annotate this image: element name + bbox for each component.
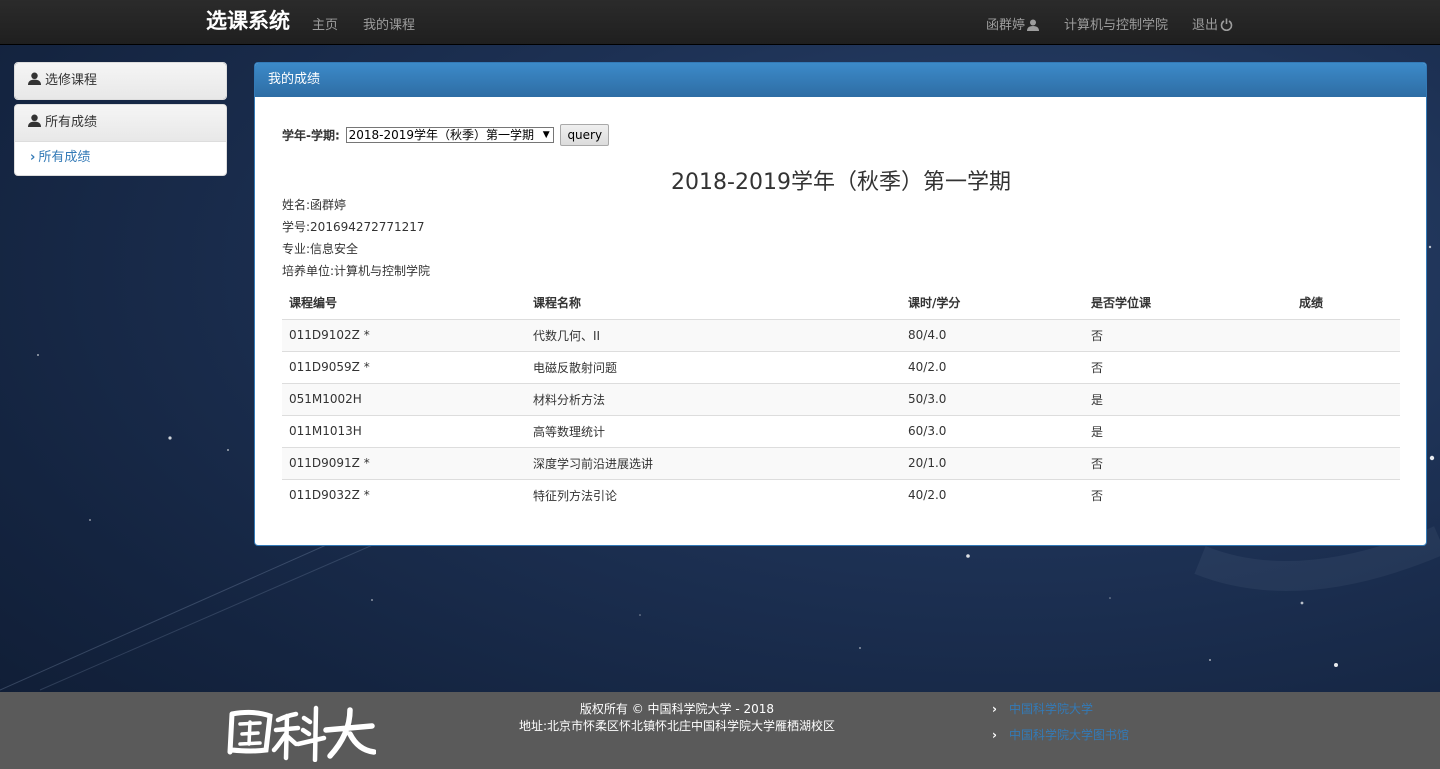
nav-school[interactable]: 计算机与控制学院 bbox=[1064, 14, 1168, 33]
dropdown-arrow-icon: ▼ bbox=[542, 130, 550, 140]
table-row: 011D9059Z * 电磁反散射问题 40/2.0 否 bbox=[282, 350, 1400, 383]
footer: 版权所有 © 中国科学院大学 - 2018 地址:北京市怀柔区怀北镇怀北庄中国科… bbox=[0, 692, 1440, 769]
term-select-value: 2018-2019学年（秋季）第一学期 bbox=[348, 128, 535, 142]
header-degree-course: 是否学位课 bbox=[1084, 287, 1292, 320]
footer-link-label: 中国科学院大学图书馆 bbox=[1008, 728, 1129, 742]
cell-hours-credits: 40/2.0 bbox=[901, 350, 1084, 383]
sidebar-item-label: 所有成绩 bbox=[45, 115, 98, 130]
nav-my-courses[interactable]: 我的课程 bbox=[363, 14, 415, 33]
footer-copyright: 版权所有 © 中国科学院大学 - 2018 地址:北京市怀柔区怀北镇怀北庄中国科… bbox=[480, 701, 874, 735]
cell-hours-credits: 40/2.0 bbox=[901, 478, 1084, 511]
header-course-code: 课程编号 bbox=[282, 287, 526, 320]
cell-course-code: 011D9032Z * bbox=[282, 478, 526, 511]
cell-grade bbox=[1292, 478, 1400, 511]
user-icon bbox=[28, 114, 41, 127]
ucas-logo bbox=[227, 705, 376, 762]
cell-course-code: 011D9102Z * bbox=[282, 318, 526, 351]
cell-degree-course: 否 bbox=[1084, 318, 1292, 351]
power-icon bbox=[1220, 18, 1233, 32]
cell-grade bbox=[1292, 318, 1400, 351]
table-row: 011D9032Z * 特征列方法引论 40/2.0 否 bbox=[282, 478, 1400, 511]
header-hours-credits: 课时/学分 bbox=[901, 287, 1084, 320]
sidebar-item-elective[interactable]: 选修课程 bbox=[15, 63, 226, 99]
sidebar-item-label: 选修课程 bbox=[45, 73, 98, 88]
sidebar-link-all-grades[interactable]: › 所有成绩 bbox=[30, 150, 90, 165]
table-row: 011D9102Z * 代数几何、II 80/4.0 否 bbox=[282, 318, 1400, 351]
top-navbar: 选课系统 主页 我的课程 函群婷 计算机与控制学院 退出 bbox=[0, 0, 1440, 45]
cell-course-code: 011D9091Z * bbox=[282, 446, 526, 479]
term-filter-label: 学年-学期: bbox=[282, 128, 340, 143]
sidebar-link-label: 所有成绩 bbox=[38, 150, 91, 165]
nav-user[interactable]: 函群婷 bbox=[986, 14, 1040, 33]
cell-hours-credits: 80/4.0 bbox=[901, 318, 1084, 351]
sidebar-subitems: › 所有成绩 bbox=[15, 141, 226, 175]
brand-title[interactable]: 选课系统 bbox=[206, 5, 290, 35]
cell-course-code: 051M1002H bbox=[282, 382, 526, 415]
table-header-row: 课程编号 课程名称 课时/学分 是否学位课 成绩 bbox=[282, 287, 1400, 320]
header-course-name: 课程名称 bbox=[526, 287, 901, 320]
cell-degree-course: 否 bbox=[1084, 350, 1292, 383]
chevron-right-icon: › bbox=[992, 702, 997, 716]
grades-panel: 我的成绩 学年-学期: 2018-2019学年（秋季）第一学期 ▼ query 2… bbox=[254, 62, 1427, 546]
cell-course-name: 代数几何、II bbox=[526, 318, 901, 351]
panel-title: 我的成绩 bbox=[255, 63, 1426, 97]
sidebar-panel-grades: 所有成绩 › 所有成绩 bbox=[14, 104, 227, 176]
cell-degree-course: 是 bbox=[1084, 414, 1292, 447]
address-text: 地址:北京市怀柔区怀北镇怀北庄中国科学院大学雁栖湖校区 bbox=[518, 719, 836, 733]
table-row: 051M1002H 材料分析方法 50/3.0 是 bbox=[282, 382, 1400, 415]
user-icon bbox=[1027, 19, 1040, 31]
cell-course-code: 011D9059Z * bbox=[282, 350, 526, 383]
cell-degree-course: 是 bbox=[1084, 382, 1292, 415]
cell-course-name: 高等数理统计 bbox=[526, 414, 901, 447]
footer-link-library[interactable]: › 中国科学院大学图书馆 bbox=[992, 726, 1129, 743]
term-title: 2018-2019学年（秋季）第一学期 bbox=[671, 170, 1011, 195]
cell-grade bbox=[1292, 414, 1400, 447]
cell-grade bbox=[1292, 446, 1400, 479]
cell-degree-course: 否 bbox=[1084, 446, 1292, 479]
cell-course-name: 特征列方法引论 bbox=[526, 478, 901, 511]
cell-degree-course: 否 bbox=[1084, 478, 1292, 511]
student-id: 学号:201694272771217 bbox=[282, 220, 425, 234]
sidebar: 选修课程 所有成绩 › 所有成绩 bbox=[14, 62, 227, 180]
cell-hours-credits: 60/3.0 bbox=[901, 414, 1084, 447]
term-select[interactable]: 2018-2019学年（秋季）第一学期 ▼ bbox=[345, 127, 554, 143]
cell-course-code: 011M1013H bbox=[282, 414, 526, 447]
chevron-right-icon: › bbox=[992, 728, 997, 742]
student-name: 姓名:函群婷 bbox=[282, 198, 347, 212]
chevron-right-icon: › bbox=[30, 150, 36, 165]
query-button[interactable]: query bbox=[560, 124, 610, 146]
sidebar-item-all-grades[interactable]: 所有成绩 bbox=[15, 105, 226, 141]
user-icon bbox=[28, 72, 41, 85]
copyright-text: 版权所有 © 中国科学院大学 - 2018 bbox=[579, 702, 775, 716]
cell-course-name: 深度学习前沿进展选讲 bbox=[526, 446, 901, 479]
table-row: 011M1013H 高等数理统计 60/3.0 是 bbox=[282, 414, 1400, 447]
footer-link-ucas[interactable]: › 中国科学院大学 bbox=[992, 700, 1093, 717]
sidebar-panel-elective: 选修课程 bbox=[14, 62, 227, 100]
term-filter: 学年-学期: 2018-2019学年（秋季）第一学期 ▼ query bbox=[282, 124, 610, 146]
grades-table: 课程编号 课程名称 课时/学分 是否学位课 成绩 011D9102Z * 代数几… bbox=[282, 287, 1400, 511]
logout-label: 退出 bbox=[1192, 18, 1219, 33]
nav-logout[interactable]: 退出 bbox=[1192, 14, 1233, 33]
cell-hours-credits: 20/1.0 bbox=[901, 446, 1084, 479]
user-name: 函群婷 bbox=[986, 18, 1026, 33]
footer-link-label: 中国科学院大学 bbox=[1008, 702, 1093, 716]
header-grade: 成绩 bbox=[1292, 287, 1400, 320]
cell-grade bbox=[1292, 350, 1400, 383]
cell-course-name: 电磁反散射问题 bbox=[526, 350, 901, 383]
nav-home[interactable]: 主页 bbox=[312, 14, 338, 33]
cell-course-name: 材料分析方法 bbox=[526, 382, 901, 415]
student-unit: 培养单位:计算机与控制学院 bbox=[282, 264, 431, 278]
cell-grade bbox=[1292, 382, 1400, 415]
cell-hours-credits: 50/3.0 bbox=[901, 382, 1084, 415]
student-major: 专业:信息安全 bbox=[282, 242, 359, 256]
table-row: 011D9091Z * 深度学习前沿进展选讲 20/1.0 否 bbox=[282, 446, 1400, 479]
